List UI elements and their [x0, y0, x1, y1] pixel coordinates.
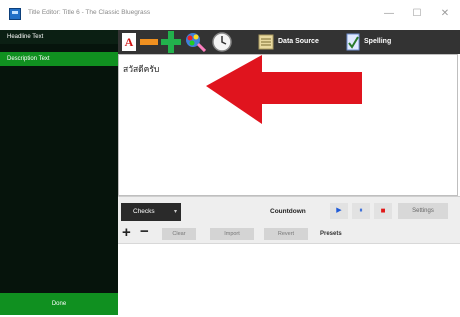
data-source-icon[interactable] — [258, 34, 274, 50]
editor-content: สวัสดีครับ — [123, 64, 160, 74]
remove-preset-icon[interactable]: − — [140, 223, 149, 241]
countdown-label: Countdown — [270, 208, 306, 215]
done-button[interactable]: Done — [0, 293, 118, 315]
revert-button[interactable]: Revert — [264, 228, 308, 240]
close-button[interactable]: ✕ — [432, 5, 458, 23]
sidebar-item-headline-text[interactable]: Headline Text — [0, 30, 118, 44]
checks-dropdown[interactable]: Checks ▾ — [121, 203, 181, 221]
add-preset-icon[interactable]: + — [122, 224, 131, 242]
red-arrow-annotation — [206, 55, 362, 124]
title-bar: Title Editor: Title 6 - The Classic Blue… — [0, 0, 460, 30]
settings-button[interactable]: Settings — [398, 203, 448, 219]
import-button[interactable]: Import — [210, 228, 254, 240]
pause-button[interactable]: ⏸ — [352, 203, 370, 219]
presets-list[interactable] — [118, 243, 460, 317]
sidebar: Headline Text Description Text Done — [0, 30, 118, 315]
app-icon — [9, 8, 21, 20]
clock-icon[interactable] — [212, 32, 232, 52]
clear-button[interactable]: Clear — [162, 228, 196, 240]
presets-label: Presets — [320, 231, 342, 237]
chevron-down-icon: ▾ — [173, 209, 177, 215]
minimize-button[interactable]: — — [376, 5, 402, 23]
add-icon[interactable] — [161, 31, 181, 53]
maximize-button[interactable]: ☐ — [404, 5, 430, 23]
remove-icon[interactable] — [140, 39, 158, 45]
stop-button[interactable]: ■ — [374, 203, 392, 219]
color-picker-icon[interactable] — [184, 32, 206, 52]
spelling-icon[interactable] — [346, 33, 360, 51]
window-title: Title Editor: Title 6 - The Classic Blue… — [28, 9, 151, 16]
text-color-icon[interactable]: A — [122, 33, 136, 51]
data-source-button[interactable]: Data Source — [278, 38, 319, 45]
lower-controls-panel: Checks ▾ Countdown ▶ ⏸ ■ Settings + − Cl… — [118, 196, 460, 317]
sidebar-item-description-text[interactable]: Description Text — [0, 52, 118, 66]
toolbar: A Data Source Spelling — [118, 30, 460, 54]
spelling-button[interactable]: Spelling — [364, 38, 391, 45]
presets-toolbar: + − Clear Import Revert Presets — [118, 223, 460, 242]
svg-text:A: A — [125, 35, 134, 49]
play-button[interactable]: ▶ — [330, 203, 348, 219]
checks-label: Checks — [133, 208, 155, 215]
